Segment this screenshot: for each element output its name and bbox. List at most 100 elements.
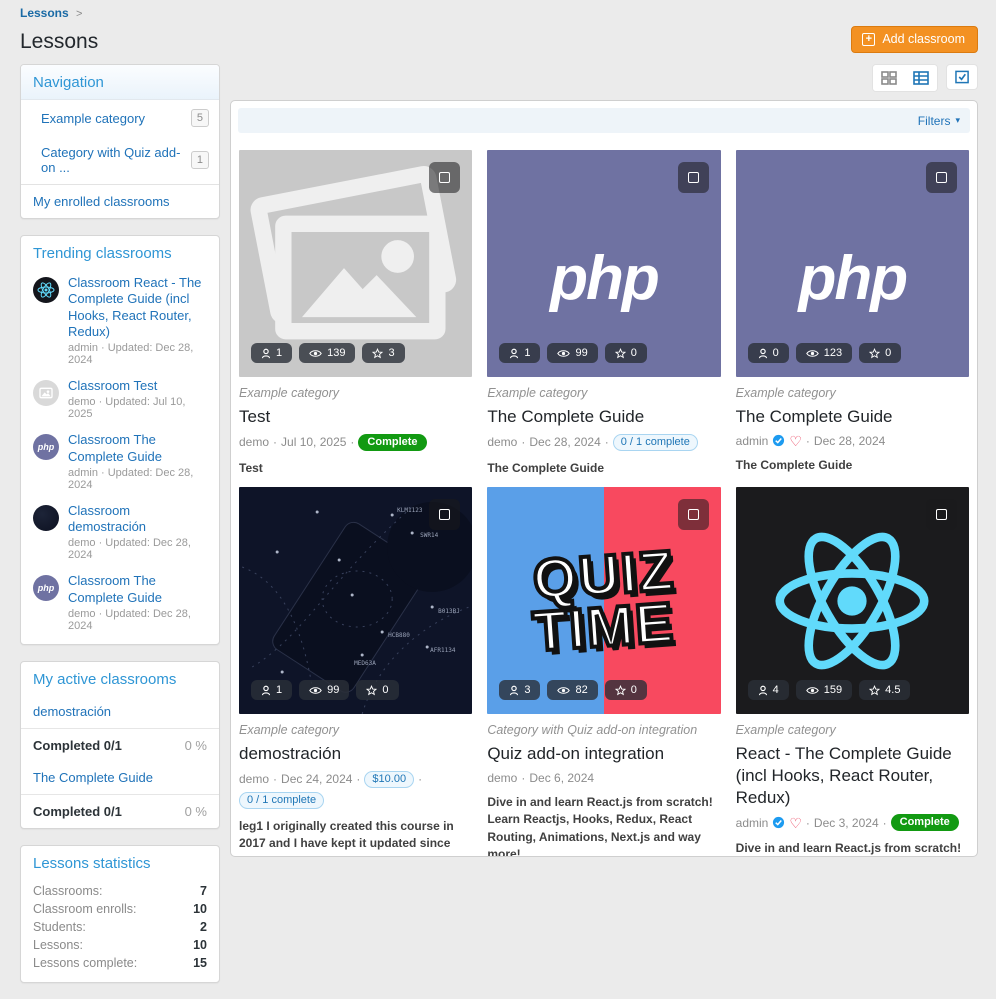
classroom-description: The Complete Guide (736, 457, 969, 474)
complete-badge: Complete (358, 434, 426, 451)
classroom-category: Example category (239, 723, 472, 737)
classroom-title[interactable]: Test (239, 406, 472, 428)
heart-icon[interactable]: ♡ (789, 816, 802, 830)
classroom-title[interactable]: The Complete Guide (487, 406, 720, 428)
category-link[interactable]: Example category (41, 111, 145, 126)
heart-icon[interactable]: ♡ (789, 434, 802, 448)
sidebar-item-my-enrolled-classrooms[interactable]: My enrolled classrooms (21, 184, 219, 218)
breadcrumb-lessons-link[interactable]: Lessons (20, 6, 69, 20)
filters-toggle[interactable]: Filters ▾ (238, 108, 970, 133)
classroom-thumbnail[interactable]: 1 139 3 (239, 150, 472, 377)
select-card-checkbox[interactable] (429, 499, 460, 530)
plus-square-icon: + (862, 33, 875, 46)
classroom-thumbnail[interactable]: KLM1123 SWR14 HCB880 MED63A AFR1134 B013… (239, 487, 472, 714)
trending-item[interactable]: php Classroom The Complete Guide demo · … (21, 568, 219, 644)
classroom-description: Dive in and learn React.js from scratch!… (487, 794, 720, 857)
eye-icon (557, 686, 570, 695)
navigation-title: Navigation (21, 65, 219, 100)
rating-badge: 0 (605, 680, 647, 700)
updated-date: Dec 24, 2024 (281, 772, 352, 786)
active-classroom-link[interactable]: demostración (21, 696, 219, 728)
updated-date: Jul 10, 2025 (281, 435, 346, 449)
star-icon (372, 348, 383, 359)
image-placeholder-avatar-icon (33, 380, 59, 406)
classroom-title[interactable]: Quiz add-on integration (487, 743, 720, 765)
trending-classroom-link[interactable]: Classroom The Complete Guide (68, 432, 209, 465)
classroom-card: 1 139 3 Example category (239, 150, 472, 477)
select-mode-button[interactable] (946, 64, 978, 90)
classroom-thumbnail[interactable]: QUIZ TIME 3 82 (487, 487, 720, 714)
page-title: Lessons (0, 20, 996, 64)
my-active-classrooms-box: My active classrooms demostración Comple… (20, 661, 220, 829)
trending-classroom-link[interactable]: Classroom demostración (68, 503, 209, 536)
category-count-badge: 5 (191, 109, 209, 127)
trending-item[interactable]: Classroom Test demo · Updated: Jul 10, 2… (21, 373, 219, 427)
trending-classroom-link[interactable]: Classroom React - The Complete Guide (in… (68, 275, 209, 340)
enrolls-badge: 0 (748, 343, 789, 363)
classroom-category: Category with Quiz add-on integration (487, 723, 720, 737)
enrolls-badge: 4 (748, 680, 789, 700)
select-card-checkbox[interactable] (926, 162, 957, 193)
checkbox-icon (955, 70, 970, 84)
trending-classroom-link[interactable]: Classroom Test (68, 378, 209, 394)
select-card-checkbox[interactable] (678, 162, 709, 193)
select-card-checkbox[interactable] (678, 499, 709, 530)
page-layout: Navigation Example category 5 Category w… (0, 64, 996, 999)
statistics-title: Lessons statistics (21, 846, 219, 880)
trending-classroom-meta: admin · Updated: Dec 28, 2024 (68, 467, 209, 491)
classroom-category: Example category (487, 386, 720, 400)
navigation-box: Navigation Example category 5 Category w… (20, 64, 220, 219)
views-badge: 123 (796, 343, 852, 363)
star-icon (615, 348, 626, 359)
complete-badge: Complete (891, 814, 959, 831)
active-classroom-link[interactable]: The Complete Guide (21, 762, 219, 794)
trending-classroom-meta: demo · Updated: Dec 28, 2024 (68, 608, 209, 632)
filters-label: Filters (918, 114, 951, 128)
progress-badge: 0 / 1 complete (239, 792, 324, 809)
classroom-meta: admin ♡ · Dec 28, 2024 (736, 434, 969, 448)
updated-date: Dec 28, 2024 (814, 434, 885, 448)
updated-date: Dec 3, 2024 (814, 816, 879, 830)
trending-classroom-link[interactable]: Classroom The Complete Guide (68, 573, 209, 606)
classroom-thumbnail[interactable]: 4 159 4.5 (736, 487, 969, 714)
classroom-cards-grid: 1 139 3 Example category (238, 133, 970, 857)
eye-icon (806, 686, 819, 695)
classroom-thumbnail[interactable]: php 0 123 (736, 150, 969, 377)
select-card-checkbox[interactable] (429, 162, 460, 193)
sidebar-item-quiz-category[interactable]: Category with Quiz add-on ... 1 (21, 136, 219, 184)
trending-item[interactable]: Classroom React - The Complete Guide (in… (21, 270, 219, 373)
price-badge: $10.00 (364, 771, 414, 788)
sidebar-item-example-category[interactable]: Example category 5 (21, 100, 219, 136)
classroom-meta: demo · Dec 24, 2024 · $10.00 · 0 / 1 com… (239, 771, 472, 809)
classroom-title[interactable]: React - The Complete Guide (incl Hooks, … (736, 743, 969, 808)
stat-row: Classroom enrolls: 10 (21, 900, 219, 918)
grid-view-button[interactable] (873, 65, 905, 91)
add-classroom-button[interactable]: + Add classroom (851, 26, 978, 53)
updated-date: Dec 6, 2024 (529, 771, 594, 785)
star-icon (869, 685, 880, 696)
views-badge: 159 (796, 680, 852, 700)
classroom-category: Example category (239, 386, 472, 400)
verified-badge-icon (772, 816, 785, 829)
classroom-thumbnail[interactable]: php 1 99 (487, 150, 720, 377)
svg-text:MED63A: MED63A (354, 660, 376, 667)
grid-view-icon (881, 71, 897, 85)
trending-item[interactable]: Classroom demostración demo · Updated: D… (21, 498, 219, 569)
completed-progress-row: Completed 0/1 0 % (21, 728, 219, 762)
rating-badge: 4.5 (859, 680, 910, 700)
classroom-meta: demo · Dec 6, 2024 (487, 771, 720, 785)
select-card-checkbox[interactable] (926, 499, 957, 530)
progress-badge: 0 / 1 complete (613, 434, 698, 451)
php-avatar-icon: php (33, 434, 59, 460)
category-link[interactable]: Category with Quiz add-on ... (41, 145, 191, 175)
list-view-button[interactable] (905, 65, 937, 91)
enrolls-badge: 1 (251, 680, 292, 700)
views-badge: 99 (299, 680, 349, 700)
php-logo: php (550, 213, 658, 314)
person-icon (261, 348, 271, 359)
trending-item[interactable]: php Classroom The Complete Guide admin ·… (21, 427, 219, 498)
classroom-title[interactable]: The Complete Guide (736, 406, 969, 428)
category-count-badge: 1 (191, 151, 209, 169)
eye-icon (309, 686, 322, 695)
classroom-title[interactable]: demostración (239, 743, 472, 765)
